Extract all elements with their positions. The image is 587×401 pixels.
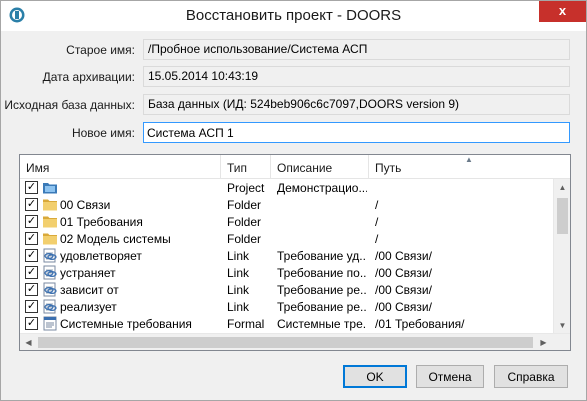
title-bar: Восстановить проект - DOORS x [1, 1, 586, 31]
row-path: /01 Требования/ [375, 317, 465, 331]
row-description: Системные тре... [277, 317, 367, 331]
new-name-row: Новое имя: [1, 122, 586, 144]
column-header-description[interactable]: Описание [271, 155, 369, 179]
row-name: 01 Требования [60, 215, 143, 229]
row-name: 00 Связи [60, 198, 111, 212]
close-button[interactable]: x [539, 1, 586, 22]
row-checkbox[interactable]: ✓ [25, 317, 38, 330]
horizontal-scroll-thumb[interactable] [38, 337, 533, 348]
row-name: зависит от [60, 283, 119, 297]
row-type: Link [227, 300, 250, 314]
project-icon [42, 180, 58, 195]
row-description: Требование по... [277, 266, 367, 280]
row-type: Folder [227, 198, 262, 212]
row-type: Project [227, 181, 265, 195]
folder-icon [42, 214, 58, 229]
row-checkbox[interactable]: ✓ [25, 198, 38, 211]
row-type: Folder [227, 232, 262, 246]
row-type: Link [227, 249, 250, 263]
scroll-left-icon[interactable]: ◀ [20, 334, 37, 350]
link-module-icon [42, 265, 58, 280]
folder-icon [42, 231, 58, 246]
row-type: Formal [227, 317, 265, 331]
list-item[interactable]: ✓ реализует Link Требование ре... /00 Связи/ [20, 298, 552, 315]
link-module-icon [42, 248, 58, 263]
row-name: удовлетворяет [60, 249, 142, 263]
row-path: /00 Связи/ [375, 266, 432, 280]
row-path: / [375, 215, 379, 229]
help-button[interactable]: Справка [494, 365, 568, 388]
scroll-down-icon[interactable]: ▼ [554, 317, 570, 334]
source-db-label: Исходная база данных: [4, 98, 135, 112]
column-header-type[interactable]: Тип [221, 155, 271, 179]
horizontal-scrollbar[interactable]: ◀ ▶ [20, 333, 570, 350]
ok-button[interactable]: OK [343, 365, 407, 388]
new-name-label: Новое имя: [71, 126, 135, 140]
row-description: Требование ре... [277, 283, 367, 297]
formal-module-icon [42, 316, 58, 331]
row-name: 02 Модель системы [60, 232, 171, 246]
link-module-icon [42, 282, 58, 297]
archive-date-label: Дата архивации: [42, 70, 135, 84]
close-icon: x [558, 3, 567, 18]
row-checkbox[interactable]: ✓ [25, 215, 38, 228]
row-checkbox[interactable]: ✓ [25, 266, 38, 279]
row-checkbox[interactable]: ✓ [25, 181, 38, 194]
row-path: / [375, 198, 379, 212]
project-contents-list[interactable]: Имя Тип Описание Путь ▲ ✓ Project Демонстр… [19, 154, 571, 351]
row-path: / [375, 232, 379, 246]
list-item[interactable]: ✓ 01 Требования Folder / [20, 213, 552, 230]
list-item[interactable]: ✓ устраняет Link Требование по... /00 Связи/ [20, 264, 552, 281]
old-name-label: Старое имя: [66, 43, 135, 57]
scroll-right-icon[interactable]: ▶ [535, 334, 552, 350]
cancel-button[interactable]: Отмена [416, 365, 484, 388]
row-name: устраняет [60, 266, 116, 280]
list-body: ✓ Project Демонстрацио... ✓ 00 Связи Folder / ✓… [20, 179, 552, 334]
restore-project-dialog: Восстановить проект - DOORS x Старое имя… [0, 0, 587, 401]
list-item[interactable]: ✓ 00 Связи Folder / [20, 196, 552, 213]
list-header: Имя Тип Описание Путь ▲ [20, 155, 570, 179]
row-description: Демонстрацио... [277, 181, 367, 195]
old-name-field: /Пробное использование/Система АСП [143, 39, 570, 60]
list-item[interactable]: ✓ удовлетворяет Link Требование уд... /00 Св… [20, 247, 552, 264]
list-item[interactable]: ✓ зависит от Link Требование ре... /00 Связи… [20, 281, 552, 298]
row-path: /00 Связи/ [375, 249, 432, 263]
row-description: Требование уд... [277, 249, 367, 263]
scroll-up-icon[interactable]: ▲ [554, 179, 570, 196]
row-path: /00 Связи/ [375, 300, 432, 314]
row-name: Системные требования [60, 317, 192, 331]
archive-date-row: Дата архивации: 15.05.2014 10:43:19 [1, 66, 586, 88]
old-name-row: Старое имя: /Пробное использование/Систе… [1, 39, 586, 61]
sort-ascending-icon: ▲ [465, 155, 473, 164]
row-type: Folder [227, 215, 262, 229]
row-checkbox[interactable]: ✓ [25, 232, 38, 245]
row-path: /00 Связи/ [375, 283, 432, 297]
vertical-scrollbar[interactable]: ▲ ▼ [553, 179, 570, 334]
vertical-scroll-thumb[interactable] [557, 198, 568, 234]
new-name-input[interactable] [143, 122, 570, 143]
source-db-field: База данных (ИД: 524beb906c6c7097,DOORS … [143, 94, 570, 115]
archive-date-field: 15.05.2014 10:43:19 [143, 66, 570, 87]
column-header-name[interactable]: Имя [20, 155, 221, 179]
list-item[interactable]: ✓ Системные требования Formal Системные тре… [20, 315, 552, 332]
link-module-icon [42, 299, 58, 314]
row-type: Link [227, 266, 250, 280]
row-description: Требование ре... [277, 300, 367, 314]
row-checkbox[interactable]: ✓ [25, 249, 38, 262]
row-type: Link [227, 283, 250, 297]
row-name: реализует [60, 300, 117, 314]
row-checkbox[interactable]: ✓ [25, 283, 38, 296]
list-item[interactable]: ✓ 02 Модель системы Folder / [20, 230, 552, 247]
source-db-row: Исходная база данных: База данных (ИД: 5… [1, 94, 586, 116]
window-title: Восстановить проект - DOORS [185, 7, 402, 24]
folder-icon [42, 197, 58, 212]
list-item[interactable]: ✓ Project Демонстрацио... [20, 179, 552, 196]
row-checkbox[interactable]: ✓ [25, 300, 38, 313]
